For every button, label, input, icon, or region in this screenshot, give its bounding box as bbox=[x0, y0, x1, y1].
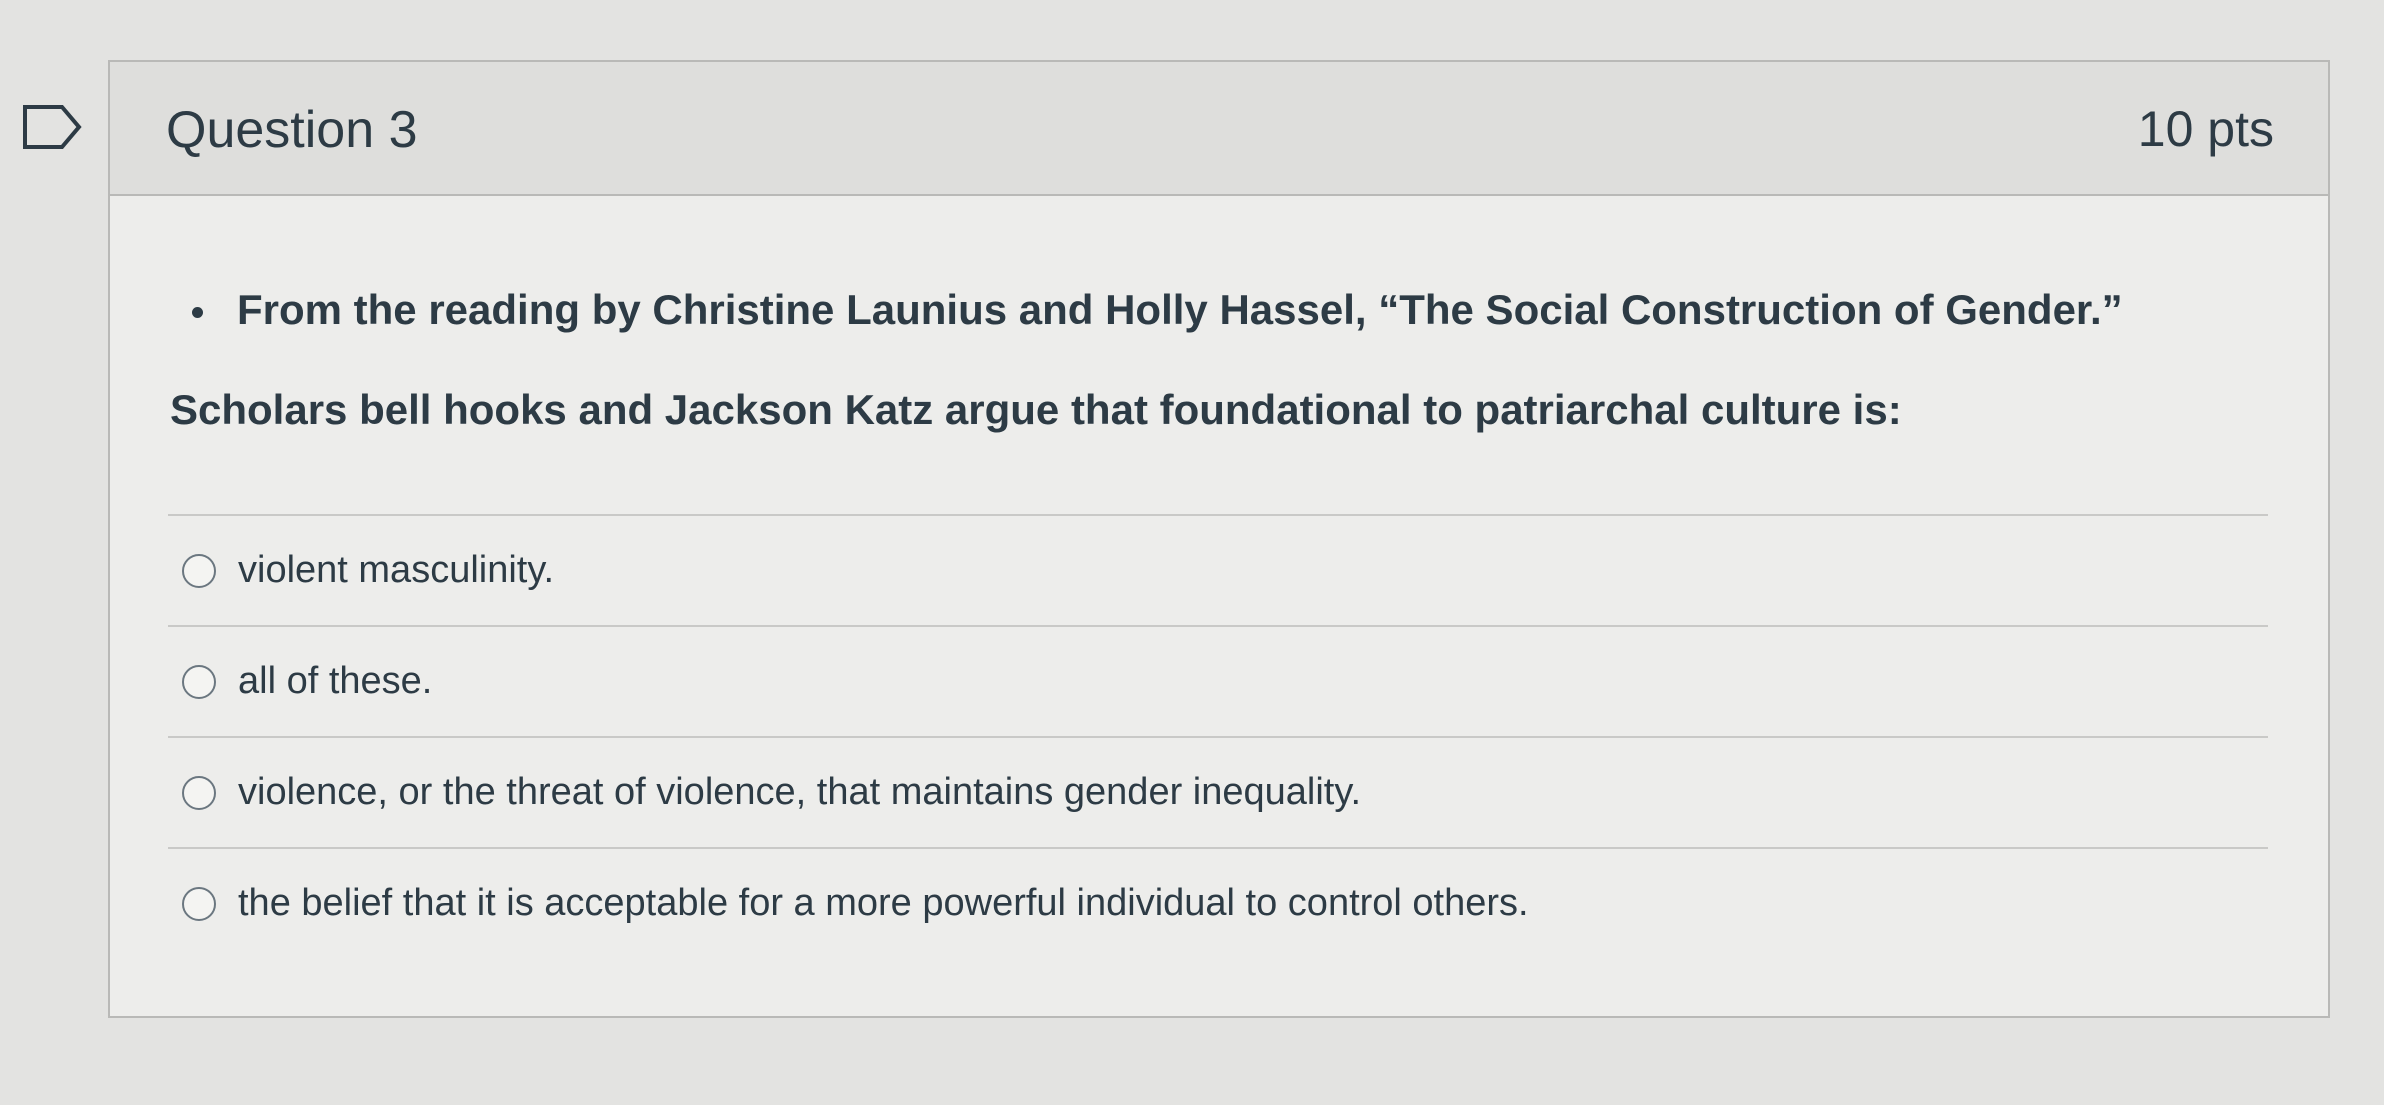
answer-option[interactable]: violent masculinity. bbox=[168, 514, 2268, 625]
flag-question-icon[interactable] bbox=[22, 104, 82, 150]
answer-option[interactable]: all of these. bbox=[168, 625, 2268, 736]
answer-label[interactable]: all of these. bbox=[238, 660, 432, 703]
answer-option[interactable]: violence, or the threat of violence, tha… bbox=[168, 736, 2268, 847]
reading-reference: From the reading by Christine Launius an… bbox=[192, 286, 2123, 334]
reading-reference-text: From the reading by Christine Launius an… bbox=[237, 286, 2123, 333]
question-points: 10 pts bbox=[2137, 101, 2274, 157]
question-header: Question 3 10 pts bbox=[110, 62, 2328, 196]
answer-label[interactable]: the belief that it is acceptable for a m… bbox=[238, 882, 1529, 925]
question-title: Question 3 bbox=[166, 101, 418, 159]
answer-label[interactable]: violent masculinity. bbox=[238, 549, 554, 592]
answer-label[interactable]: violence, or the threat of violence, tha… bbox=[238, 771, 1361, 814]
radio-unselected-icon[interactable] bbox=[182, 775, 216, 810]
radio-unselected-icon[interactable] bbox=[182, 553, 216, 588]
answer-list: violent masculinity. all of these. viole… bbox=[168, 514, 2268, 958]
question-prompt: Scholars bell hooks and Jackson Katz arg… bbox=[170, 386, 1902, 433]
radio-unselected-icon[interactable] bbox=[182, 886, 216, 921]
question-card: Question 3 10 pts From the reading by Ch… bbox=[108, 60, 2330, 1018]
answer-option[interactable]: the belief that it is acceptable for a m… bbox=[168, 847, 2268, 958]
radio-unselected-icon[interactable] bbox=[182, 664, 216, 699]
bullet-icon bbox=[192, 306, 203, 318]
